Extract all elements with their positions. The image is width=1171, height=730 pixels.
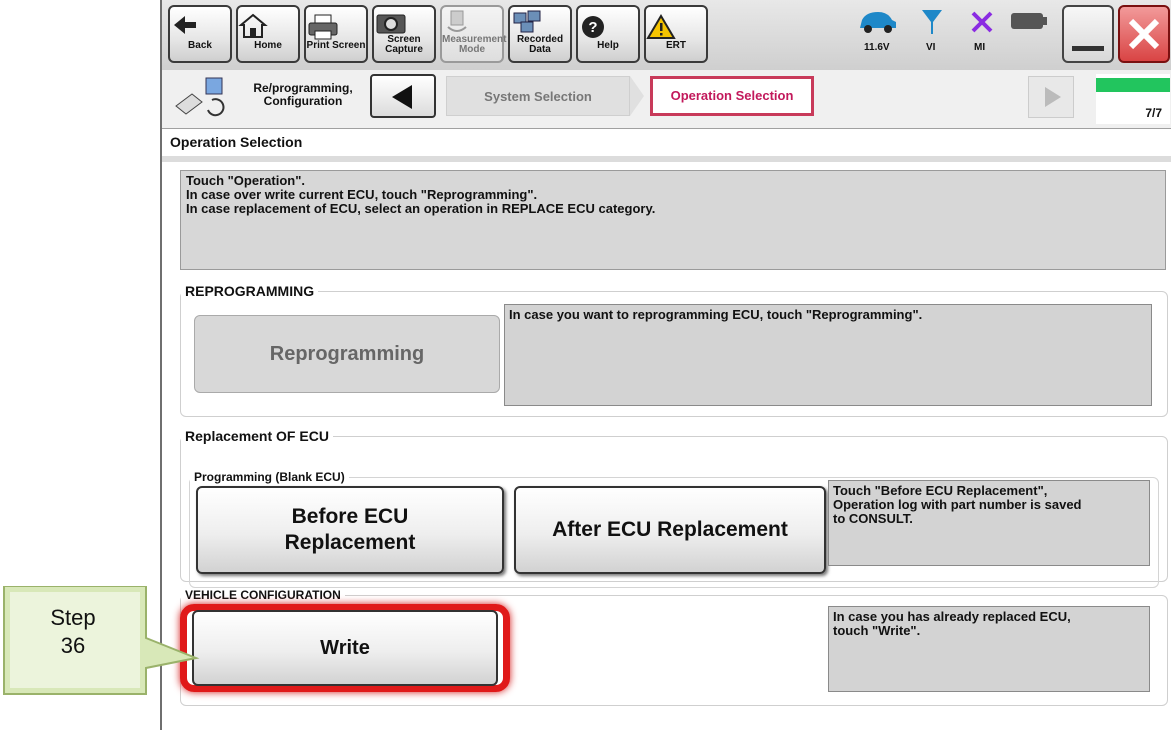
step-progress: 7/7 — [1096, 74, 1170, 124]
step-callout-label: Step 36 — [50, 605, 96, 658]
close-button[interactable] — [1118, 5, 1170, 63]
help-label: Help — [597, 40, 619, 51]
recorded-data-button[interactable]: Recorded Data — [508, 5, 572, 63]
home-icon — [238, 13, 268, 38]
back-label: Back — [188, 40, 212, 51]
reprogramming-button[interactable]: Reprogramming — [194, 315, 500, 393]
ert-button[interactable]: ERT — [644, 5, 708, 63]
battery-voltage: 11.6V — [864, 42, 890, 53]
recorded-data-icon — [513, 10, 541, 33]
before-ecu-replacement-button[interactable]: Before ECU Replacement — [196, 486, 504, 574]
warning-icon — [646, 14, 676, 39]
screen-capture-label: Screen Capture — [385, 34, 423, 55]
mi-status: MI — [974, 42, 986, 53]
help-button[interactable]: ? Help — [576, 5, 640, 63]
recorded-data-label: Recorded Data — [516, 34, 564, 55]
nav-next-button[interactable] — [1028, 76, 1074, 118]
svg-text:?: ? — [588, 19, 597, 36]
replacement-legend: Replacement OF ECU — [185, 428, 329, 444]
status-panel: 11.6V VI MI — [856, 6, 1056, 62]
toolbar: Back Home Print Screen Screen Capture Me… — [162, 0, 1171, 71]
help-icon: ? — [582, 16, 604, 38]
minimize-icon — [1072, 46, 1104, 51]
reprogramming-legend: REPROGRAMMING — [185, 283, 315, 299]
after-ecu-replacement-button[interactable]: After ECU Replacement — [514, 486, 826, 574]
instruction-panel: Touch "Operation". In case over write cu… — [180, 170, 1166, 270]
home-label: Home — [254, 40, 282, 51]
reprogramming-description: In case you want to reprogramming ECU, t… — [504, 304, 1152, 406]
close-icon — [1128, 18, 1160, 50]
print-screen-button[interactable]: Print Screen — [304, 5, 368, 63]
home-button[interactable]: Home — [236, 5, 300, 63]
divider — [162, 156, 1171, 162]
reprogramming-icon — [175, 77, 225, 117]
vi-antenna-icon — [922, 10, 942, 34]
vehicle-configuration-legend: VEHICLE CONFIGURATION — [185, 588, 341, 602]
progress-bar — [1096, 78, 1170, 92]
back-button[interactable]: Back — [168, 5, 232, 63]
page-title: Operation Selection — [170, 134, 303, 150]
measurement-mode-button[interactable]: Measurement Mode — [440, 5, 507, 63]
programming-blank-ecu-legend: Programming (Blank ECU) — [194, 470, 345, 484]
write-button[interactable]: Write — [192, 610, 498, 686]
breadcrumb-system-selection[interactable]: System Selection — [446, 76, 630, 116]
vi-status: VI — [926, 42, 936, 53]
vehicle-configuration-description: In case you has already replaced ECU, to… — [828, 606, 1150, 692]
replacement-description: Touch "Before ECU Replacement", Operatio… — [828, 480, 1150, 566]
mi-x-icon — [971, 11, 993, 33]
measurement-icon — [447, 10, 467, 32]
breadcrumb-separator-icon — [630, 76, 644, 116]
navigation-bar: Re/programming, Configuration System Sel… — [162, 70, 1171, 129]
footer — [162, 714, 1171, 730]
ert-label: ERT — [666, 40, 686, 51]
print-screen-label: Print Screen — [306, 40, 366, 51]
breadcrumb-operation-selection[interactable]: Operation Selection — [650, 76, 814, 116]
nav-back-button[interactable] — [370, 74, 436, 118]
screen-capture-button[interactable]: Screen Capture — [372, 5, 436, 63]
battery-icon — [1011, 13, 1047, 29]
back-arrow-icon — [174, 16, 196, 34]
consult-app-window: Back Home Print Screen Screen Capture Me… — [160, 0, 1171, 730]
car-icon — [860, 12, 896, 33]
progress-counter: 7/7 — [1145, 106, 1162, 120]
minimize-button[interactable] — [1062, 5, 1114, 63]
printer-icon — [308, 14, 338, 40]
function-title: Re/programming, Configuration — [253, 81, 353, 108]
camera-icon — [376, 14, 406, 34]
measurement-mode-label: Measurement Mode — [442, 34, 507, 55]
